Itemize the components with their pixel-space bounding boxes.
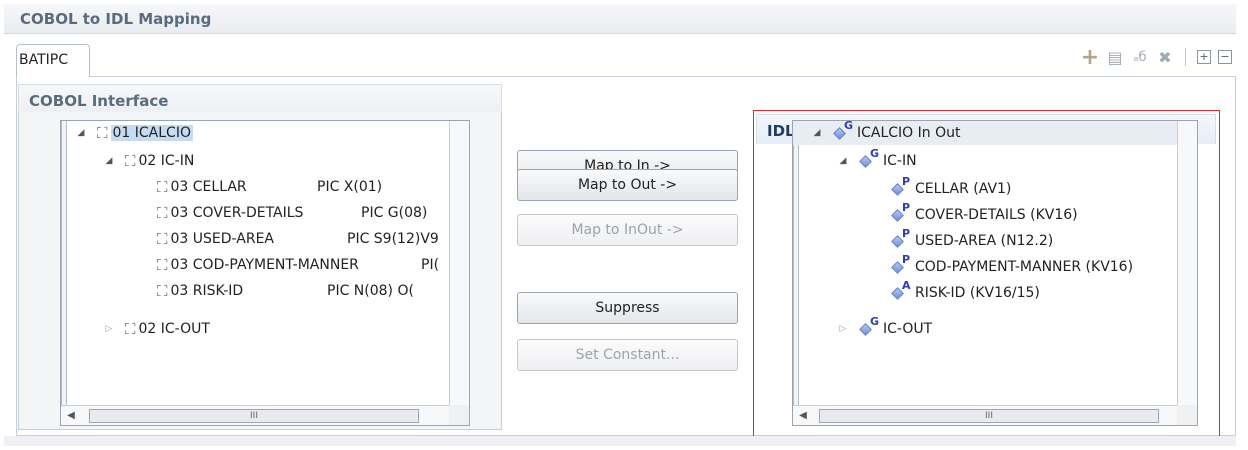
cobol-tree-row[interactable]: ⛶ 03 COD-PAYMENT-MANNER	[157, 253, 359, 277]
idl-parameter-icon: P	[891, 253, 913, 276]
idl-parameter-icon: P	[891, 175, 913, 198]
scroll-thumb[interactable]: III	[819, 409, 1159, 423]
idl-tree-row[interactable]: P COVER-DETAILS (KV16)	[891, 201, 1078, 227]
idl-group-icon: G	[833, 121, 855, 142]
toolbar-separator	[1185, 48, 1186, 66]
cobol-tree[interactable]: ◢ ⛶ 01 ICALCIO ◢ ⛶ 02 IC-IN ⛶ 03 CELLAR …	[60, 120, 470, 426]
cobol-field-label: 03 USED-AREA	[170, 231, 275, 247]
cobol-tree-row[interactable]: ◢ ⛶ 02 IC-IN	[103, 149, 195, 173]
cobol-pic-clause: PI(	[421, 257, 440, 273]
idl-node-label: USED-AREA (N12.2)	[915, 233, 1054, 249]
cobol-field-label: 02 IC-IN	[138, 153, 195, 169]
vertical-scrollbar[interactable]	[449, 121, 469, 405]
idl-node-label: IC-IN	[883, 153, 917, 169]
footer-strip	[4, 436, 1236, 446]
cobol-field-icon: ⛶	[97, 124, 108, 142]
cobol-tree-row[interactable]: ▷ ⛶ 02 IC-OUT	[103, 317, 210, 341]
delete-icon[interactable]: ✖	[1156, 48, 1174, 67]
cobol-interface-header: COBOL Interface	[18, 84, 502, 114]
expand-all-icon[interactable]: +	[1197, 50, 1211, 64]
vertical-scrollbar[interactable]	[1177, 121, 1197, 405]
horizontal-scrollbar[interactable]: ◀ III ▶	[61, 405, 469, 425]
idl-parameter-icon: P	[891, 201, 913, 224]
scroll-thumb[interactable]: III	[89, 409, 419, 423]
idl-tree-row[interactable]: P COD-PAYMENT-MANNER (KV16)	[891, 253, 1134, 279]
idl-group-icon: G	[859, 147, 881, 170]
cobol-field-icon: ⛶	[157, 256, 168, 274]
scroll-left-icon[interactable]: ◀	[61, 410, 81, 421]
scroll-corner	[1177, 405, 1197, 425]
idl-node-label: ICALCIO In Out	[857, 125, 961, 141]
rename-icon[interactable]: ₐб	[1131, 48, 1149, 66]
cobol-pic-clause: PIC S9(12)V9	[347, 231, 439, 247]
document-icon[interactable]: ▤	[1106, 48, 1124, 67]
cobol-pic-clause: PIC X(01)	[317, 179, 383, 195]
expand-toggle-icon[interactable]: ▷	[103, 324, 115, 334]
idl-tree-row[interactable]: ▷ G IC-OUT	[837, 315, 933, 341]
set-constant-button[interactable]: Set Constant...	[517, 339, 738, 371]
collapse-all-icon[interactable]: −	[1218, 50, 1232, 64]
cobol-tree-row[interactable]: ⛶ 03 CELLAR	[157, 175, 247, 199]
cobol-field-icon: ⛶	[157, 282, 168, 300]
expand-toggle-icon[interactable]: ◢	[811, 128, 823, 138]
idl-group-icon: G	[859, 315, 881, 338]
idl-array-icon: A	[891, 279, 913, 302]
idl-node-label: RISK-ID (KV16/15)	[915, 285, 1040, 301]
idl-tree[interactable]: ◢ G ICALCIO In Out ◢ G IC-IN P CELLAR (A…	[792, 120, 1198, 426]
cobol-tree-row[interactable]: ◢ ⛶ 01 ICALCIO	[75, 121, 193, 145]
toolbar: + ▤ ₐб ✖ + −	[1081, 45, 1232, 70]
idl-node-label: COD-PAYMENT-MANNER (KV16)	[915, 259, 1134, 275]
expand-toggle-icon[interactable]: ◢	[103, 156, 115, 166]
scroll-left-icon[interactable]: ◀	[793, 410, 813, 421]
cobol-field-icon: ⛶	[125, 320, 136, 338]
map-to-out-button[interactable]: Map to Out ->	[517, 169, 738, 201]
expand-toggle-icon[interactable]: ▷	[837, 324, 849, 334]
cobol-tree-row[interactable]: ⛶ 03 RISK-ID	[157, 279, 243, 303]
cobol-field-icon: ⛶	[157, 230, 168, 248]
cobol-field-label: 01 ICALCIO	[110, 125, 193, 141]
tab-batipc[interactable]: BATIPC	[16, 44, 90, 77]
cobol-field-label: 03 CELLAR	[170, 179, 247, 195]
cobol-field-icon: ⛶	[157, 178, 168, 196]
idl-node-label: IC-OUT	[883, 321, 933, 337]
idl-tree-row[interactable]: ◢ G ICALCIO In Out	[811, 121, 961, 145]
cobol-field-icon: ⛶	[157, 204, 168, 222]
idl-tree-row[interactable]: A RISK-ID (KV16/15)	[891, 279, 1040, 305]
cobol-pic-clause: PIC N(08) O(	[327, 283, 414, 299]
idl-tree-row[interactable]: P USED-AREA (N12.2)	[891, 227, 1054, 253]
idl-parameter-icon: P	[891, 227, 913, 250]
cobol-field-label: 03 COD-PAYMENT-MANNER	[170, 257, 359, 273]
editor-title: COBOL to IDL Mapping	[4, 4, 1236, 34]
expand-toggle-icon[interactable]: ◢	[75, 128, 87, 138]
scroll-corner	[449, 405, 469, 425]
cobol-field-label: 02 IC-OUT	[138, 321, 210, 337]
horizontal-scrollbar[interactable]: ◀ III ▶	[793, 405, 1197, 425]
idl-tree-row[interactable]: P CELLAR (AV1)	[891, 175, 1012, 201]
cobol-tree-row[interactable]: ⛶ 03 COVER-DETAILS	[157, 201, 303, 225]
cobol-pic-clause: PIC G(08)	[361, 205, 428, 221]
idl-node-label: CELLAR (AV1)	[915, 181, 1012, 197]
cobol-field-label: 03 COVER-DETAILS	[170, 205, 304, 221]
cobol-tree-row[interactable]: ⛶ 03 USED-AREA	[157, 227, 274, 251]
add-icon[interactable]: +	[1081, 45, 1099, 70]
idl-tree-row[interactable]: ◢ G IC-IN	[837, 147, 917, 173]
expand-toggle-icon[interactable]: ◢	[837, 156, 849, 166]
idl-node-label: COVER-DETAILS (KV16)	[915, 207, 1078, 223]
map-to-inout-button[interactable]: Map to InOut ->	[517, 214, 738, 246]
cobol-field-label: 03 RISK-ID	[170, 283, 244, 299]
suppress-button[interactable]: Suppress	[517, 292, 738, 324]
cobol-field-icon: ⛶	[125, 152, 136, 170]
